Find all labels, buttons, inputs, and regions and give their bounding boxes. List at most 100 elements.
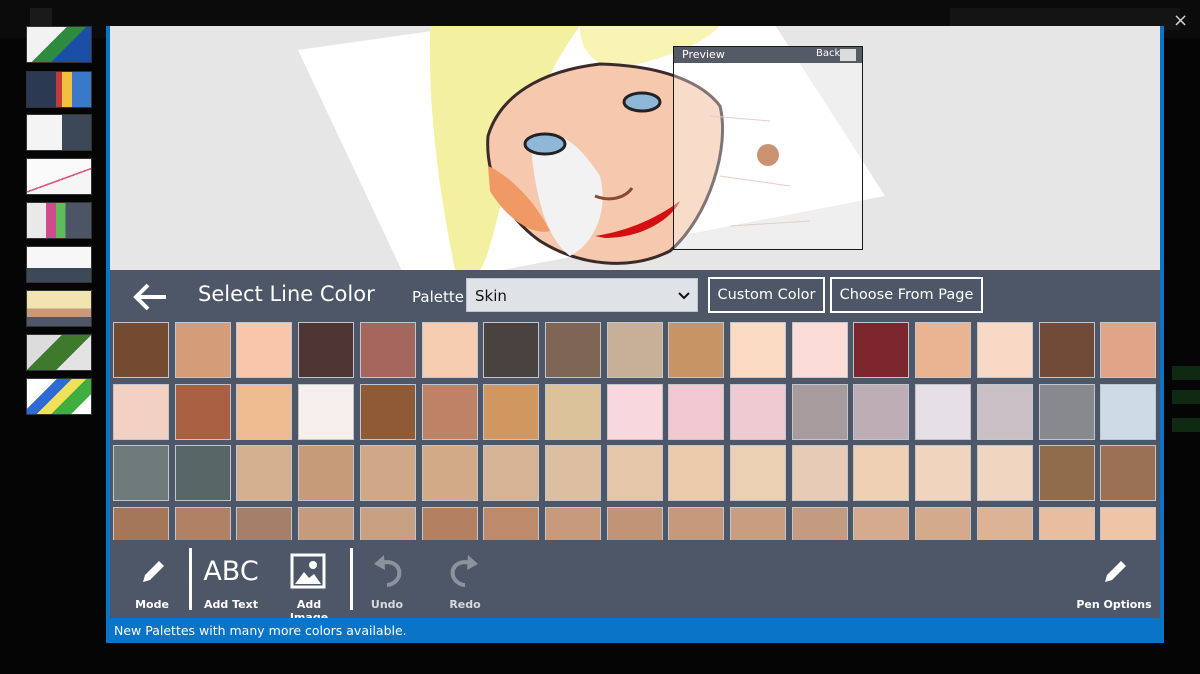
- screenshot-thumbnail[interactable]: [26, 334, 92, 371]
- preview-back-toggle[interactable]: [840, 49, 856, 61]
- color-swatch[interactable]: [606, 445, 663, 501]
- color-swatch[interactable]: [483, 445, 540, 501]
- color-swatch[interactable]: [1100, 322, 1157, 378]
- color-swatch[interactable]: [606, 322, 663, 378]
- screenshot-thumbnail[interactable]: [26, 290, 92, 327]
- color-swatch[interactable]: [853, 506, 910, 540]
- color-swatch[interactable]: [915, 383, 972, 440]
- color-swatch[interactable]: [791, 445, 848, 501]
- undo-button[interactable]: Undo: [359, 540, 415, 618]
- bottom-toolbar: Mode ABC Add Text Add Image: [110, 540, 1160, 624]
- color-swatch[interactable]: [174, 383, 231, 440]
- color-swatch[interactable]: [976, 506, 1033, 540]
- preview-back-label[interactable]: Back: [816, 48, 840, 59]
- color-swatch[interactable]: [730, 445, 786, 501]
- choose-from-page-button[interactable]: Choose From Page: [830, 277, 983, 313]
- color-swatch[interactable]: [113, 322, 169, 378]
- color-swatch[interactable]: [730, 506, 786, 540]
- palette-label: Palette: [412, 288, 464, 306]
- color-swatch[interactable]: [174, 445, 231, 501]
- color-swatch[interactable]: [236, 322, 293, 378]
- color-swatch[interactable]: [298, 445, 355, 501]
- color-swatch[interactable]: [730, 383, 786, 440]
- color-swatch[interactable]: [359, 445, 416, 501]
- color-swatch[interactable]: [113, 383, 169, 440]
- color-swatch[interactable]: [298, 383, 355, 440]
- color-swatch[interactable]: [1038, 383, 1095, 440]
- screenshot-thumbnail[interactable]: [26, 114, 92, 151]
- color-swatch[interactable]: [976, 445, 1033, 501]
- color-swatch[interactable]: [1100, 445, 1157, 501]
- color-swatch[interactable]: [915, 445, 972, 501]
- pencil-icon: [143, 561, 164, 582]
- back-button[interactable]: [132, 282, 168, 312]
- drawing-canvas[interactable]: Preview Back: [110, 26, 1160, 270]
- color-swatch[interactable]: [853, 322, 910, 378]
- color-swatch[interactable]: [174, 322, 231, 378]
- color-swatch[interactable]: [421, 506, 478, 540]
- add-image-button[interactable]: Add Image: [276, 540, 342, 624]
- preview-header: Preview Back: [674, 47, 862, 63]
- color-swatch[interactable]: [236, 445, 293, 501]
- color-swatch[interactable]: [976, 322, 1033, 378]
- color-swatch[interactable]: [791, 506, 848, 540]
- color-swatch[interactable]: [359, 383, 416, 440]
- color-swatch[interactable]: [1038, 322, 1095, 378]
- color-swatch[interactable]: [606, 506, 663, 540]
- color-swatch[interactable]: [1100, 383, 1157, 440]
- redo-label: Redo: [449, 598, 481, 611]
- color-swatch[interactable]: [915, 322, 972, 378]
- color-swatch[interactable]: [421, 445, 478, 501]
- color-swatch[interactable]: [544, 506, 601, 540]
- color-swatch[interactable]: [236, 506, 293, 540]
- color-swatch[interactable]: [1038, 506, 1095, 540]
- color-swatch[interactable]: [544, 445, 601, 501]
- pen-color-preview-dot: [757, 144, 779, 166]
- add-text-button[interactable]: ABC Add Text: [198, 540, 264, 618]
- close-overlay-button[interactable]: ×: [1173, 10, 1188, 31]
- color-swatch[interactable]: [544, 383, 601, 440]
- mode-button[interactable]: Mode: [124, 540, 180, 618]
- color-swatch[interactable]: [730, 322, 786, 378]
- palette-dropdown[interactable]: Skin: [466, 278, 698, 312]
- color-swatch[interactable]: [544, 322, 601, 378]
- color-swatch[interactable]: [113, 506, 169, 540]
- preview-title: Preview: [682, 48, 725, 61]
- color-swatch[interactable]: [236, 383, 293, 440]
- screenshot-thumbnail[interactable]: [26, 378, 92, 415]
- screenshot-thumbnail[interactable]: [26, 158, 92, 195]
- color-swatch[interactable]: [1038, 445, 1095, 501]
- toolbar-divider: [189, 548, 192, 610]
- color-swatch[interactable]: [853, 383, 910, 440]
- screenshot-thumbnail[interactable]: [26, 246, 92, 283]
- screenshot-thumbnail[interactable]: [26, 202, 92, 239]
- redo-button[interactable]: Redo: [437, 540, 493, 618]
- color-swatch[interactable]: [483, 322, 540, 378]
- color-swatch[interactable]: [359, 322, 416, 378]
- color-swatch[interactable]: [483, 383, 540, 440]
- color-swatch[interactable]: [668, 322, 725, 378]
- pen-options-button[interactable]: Pen Options: [1076, 540, 1152, 618]
- color-swatch[interactable]: [359, 506, 416, 540]
- color-swatch[interactable]: [1100, 506, 1157, 540]
- color-swatch[interactable]: [668, 383, 725, 440]
- color-swatch[interactable]: [791, 383, 848, 440]
- color-swatch[interactable]: [668, 445, 725, 501]
- color-swatch[interactable]: [421, 322, 478, 378]
- color-swatch[interactable]: [915, 506, 972, 540]
- color-swatch[interactable]: [853, 445, 910, 501]
- color-swatch[interactable]: [668, 506, 725, 540]
- color-swatch[interactable]: [298, 506, 355, 540]
- color-swatch[interactable]: [421, 383, 478, 440]
- color-swatch[interactable]: [113, 445, 169, 501]
- screenshot-thumbnail[interactable]: [26, 71, 92, 108]
- color-swatch[interactable]: [791, 322, 848, 378]
- color-swatch[interactable]: [298, 322, 355, 378]
- color-swatch[interactable]: [976, 383, 1033, 440]
- color-swatch[interactable]: [606, 383, 663, 440]
- color-swatch[interactable]: [174, 506, 231, 540]
- screenshot-thumbnail[interactable]: [26, 26, 92, 63]
- text-abc-icon: ABC: [203, 556, 259, 587]
- custom-color-button[interactable]: Custom Color: [708, 277, 825, 313]
- color-swatch[interactable]: [483, 506, 540, 540]
